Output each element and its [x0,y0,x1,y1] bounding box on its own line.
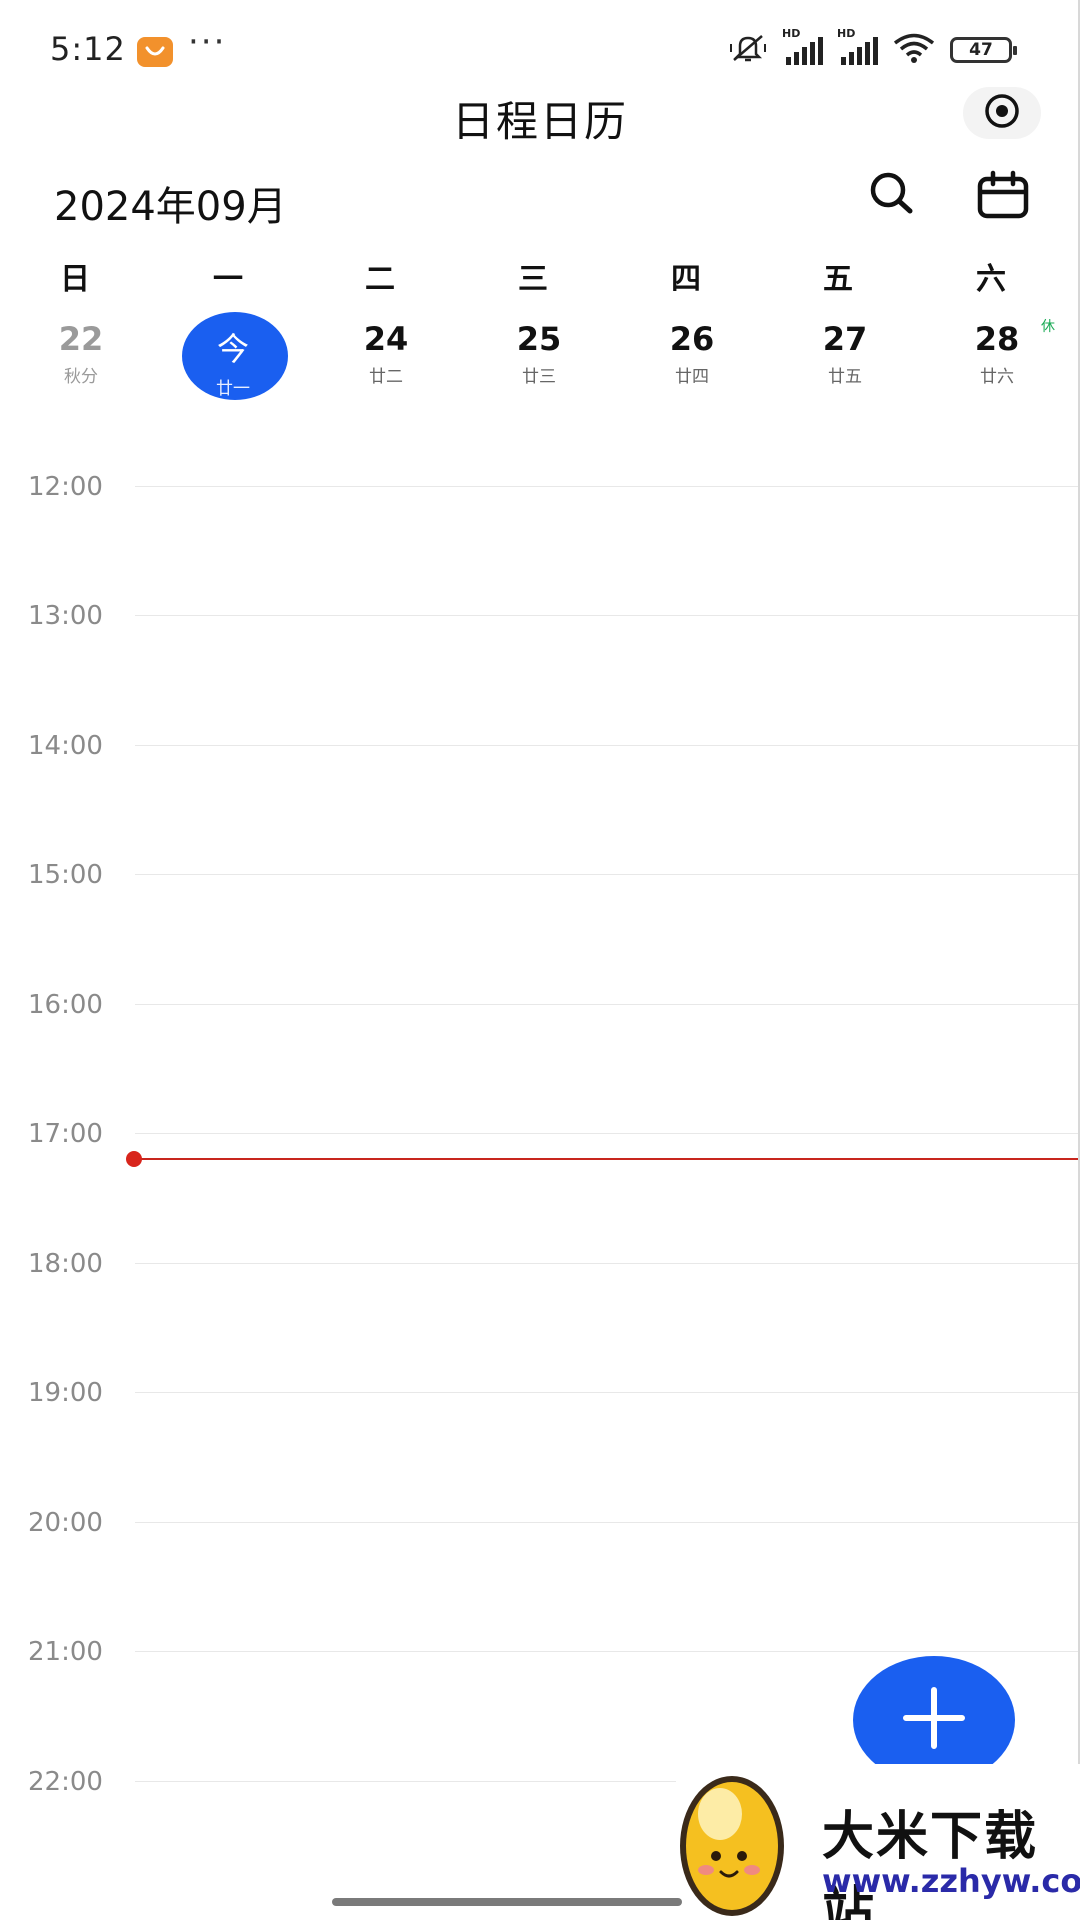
day-cell[interactable]: 28 廿六 [937,306,1057,406]
hour-label: 15:00 [28,860,103,890]
day-number: 24 [363,320,409,358]
page-title: 日程日历 [451,97,628,146]
weekday-label: 二 [365,262,395,297]
day-lunar: 廿五 [828,367,862,387]
calendar-button[interactable] [976,170,1030,220]
hour-label: 14:00 [28,731,103,761]
month-label[interactable]: 2024年09月 [54,174,287,232]
day-number: 25 [516,320,562,358]
weekday-label: 三 [518,262,548,297]
current-time-line [134,1158,1080,1160]
more-notifications-icon: ··· [188,22,227,62]
search-icon [866,172,918,224]
day-cell[interactable]: 27 廿五 [785,306,905,406]
hour-row[interactable]: 19:00 [0,1378,1080,1408]
signal-icon: HD [782,27,823,65]
hour-label: 22:00 [28,1767,103,1797]
hour-label: 18:00 [28,1249,103,1279]
hour-divider [135,1522,1080,1523]
day-number: 今 [216,330,249,368]
day-lunar: 秋分 [64,367,98,387]
hour-label: 16:00 [28,990,103,1020]
calendar-icon [976,170,1030,224]
rice-mascot-logo [676,1764,796,1920]
hour-divider [135,874,1080,875]
search-button[interactable] [866,168,918,220]
day-number: 28 [974,320,1020,358]
weekday-label: 四 [671,262,701,297]
hour-row[interactable]: 20:00 [0,1508,1080,1538]
day-lunar: 廿三 [522,367,556,387]
hour-row[interactable]: 21:00 [0,1637,1080,1667]
weekday-label: 日 [60,262,90,297]
hour-label: 20:00 [28,1508,103,1538]
hour-row[interactable]: 17:00 [0,1119,1080,1149]
day-cell[interactable]: 24 廿二 [326,306,446,406]
weekday-label: 五 [823,262,853,297]
signal-icon: HD [837,27,878,65]
current-time-dot [126,1151,142,1167]
battery-indicator: 47 [950,37,1017,63]
eye-icon [982,91,1022,135]
hour-row[interactable]: 16:00 [0,990,1080,1020]
hour-label: 21:00 [28,1637,103,1667]
day-lunar: 廿一 [216,379,250,399]
day-cell-today[interactable]: 今 廿一 [173,306,293,406]
hour-divider [135,615,1080,616]
status-icons: HD HD 47 [728,27,1017,68]
hour-row[interactable]: 15:00 [0,860,1080,890]
hour-row[interactable]: 12:00 [0,472,1080,502]
hour-row[interactable]: 13:00 [0,601,1080,631]
hour-divider [135,1651,1080,1652]
day-number: 27 [822,320,868,358]
signal-hd-label: HD [782,27,801,40]
wifi-icon [892,32,936,68]
hour-divider [135,1263,1080,1264]
hour-label: 13:00 [28,601,103,631]
hour-label: 19:00 [28,1378,103,1408]
day-lunar: 廿二 [369,367,403,387]
hour-label: 17:00 [28,1119,103,1149]
watermark-url: www.zzhyw.com [822,1862,1080,1900]
day-cell[interactable]: 22 秋分 [21,306,141,406]
home-indicator[interactable] [332,1898,682,1906]
hour-row[interactable]: 18:00 [0,1249,1080,1279]
plus-icon [898,1682,970,1758]
hour-row[interactable]: 14:00 [0,731,1080,761]
day-lunar: 廿四 [675,367,709,387]
app-notification-icon [137,37,173,67]
day-cell[interactable]: 25 廿三 [479,306,599,406]
hour-divider [135,1392,1080,1393]
signal-hd-label: HD [837,27,856,40]
weekday-label: 一 [213,262,243,297]
status-time: 5:12 [50,30,126,68]
holiday-badge: 休 [1041,319,1055,335]
hour-divider [135,486,1080,487]
hour-label: 12:00 [28,472,103,502]
mute-icon [728,32,768,68]
day-cell[interactable]: 26 廿四 [632,306,752,406]
day-number: 22 [58,320,104,358]
view-toggle-button[interactable] [963,87,1041,139]
day-lunar: 廿六 [980,367,1014,387]
watermark-title: 大米下载站 [822,1807,1039,1920]
status-bar: 5:12 ··· HD HD 47 [0,0,1080,100]
hour-divider [135,1133,1080,1134]
weekday-label: 六 [976,262,1006,297]
hour-divider [135,745,1080,746]
day-number: 26 [669,320,715,358]
hour-divider [135,1004,1080,1005]
